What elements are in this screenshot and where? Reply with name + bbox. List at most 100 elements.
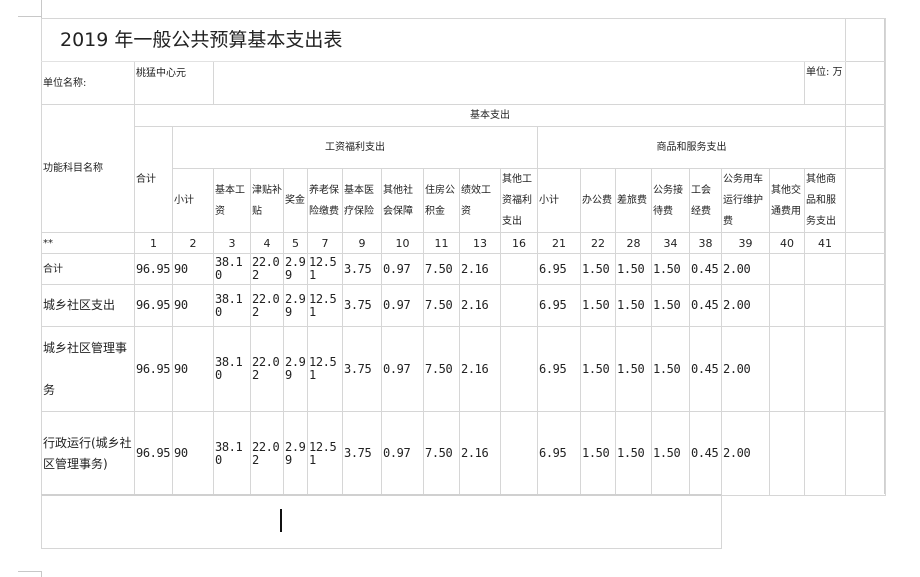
value-cell: 12.51 [307, 326, 343, 412]
value-cell: 1.50 [580, 326, 616, 412]
table-row: 合计 96.95 90 38.10 22.02 2.99 12.51 3.75 … [41, 253, 886, 285]
reception-header: 公务接待费 [651, 168, 690, 233]
travel-header: 差旅费 [615, 168, 652, 233]
editable-text-area[interactable] [41, 494, 722, 549]
value-cell: 2.16 [459, 326, 501, 412]
value-cell: 6.95 [537, 326, 581, 412]
index-cell: ** [41, 232, 135, 254]
index-cell: 16 [500, 232, 538, 254]
value-cell: 7.50 [423, 253, 460, 285]
page-corner-mark [41, 571, 42, 577]
value-cell: 0.45 [689, 326, 722, 412]
value-cell: 22.02 [250, 253, 284, 285]
value-cell: 2.16 [459, 284, 501, 327]
value-cell: 3.75 [342, 284, 382, 327]
table-row: 城乡社区管理事务 96.95 90 38.10 22.02 2.99 12.51… [41, 326, 886, 412]
subtotal-header: 小计 [172, 168, 214, 233]
other-goods-header: 其他商品和服务支出 [804, 168, 846, 233]
performance-header: 绩效工资 [459, 168, 501, 233]
index-cell: 39 [721, 232, 770, 254]
total-header: 合计 [134, 126, 173, 233]
value-cell: 1.50 [615, 411, 652, 496]
value-cell: 1.50 [580, 411, 616, 496]
value-cell [769, 284, 805, 327]
index-cell: 22 [580, 232, 616, 254]
value-cell: 0.45 [689, 284, 722, 327]
value-cell [500, 326, 538, 412]
wages-group-header: 工资福利支出 [172, 126, 538, 169]
value-cell: 0.45 [689, 411, 722, 496]
value-cell: 2.99 [283, 411, 308, 496]
value-cell: 6.95 [537, 253, 581, 285]
blank-cell [845, 104, 886, 127]
value-cell [769, 253, 805, 285]
value-cell [804, 411, 846, 496]
other-social-header: 其他社会保障 [381, 168, 424, 233]
text-cursor [280, 509, 282, 532]
value-cell: 2.16 [459, 253, 501, 285]
value-cell: 2.00 [721, 411, 770, 496]
bonus-header: 奖金 [283, 168, 308, 233]
pension-header: 养老保险缴费 [307, 168, 343, 233]
index-cell: 21 [537, 232, 581, 254]
value-cell [500, 253, 538, 285]
unit-name-label: 单位名称: [41, 61, 135, 105]
value-cell: 90 [172, 411, 214, 496]
page-corner-mark [41, 0, 42, 18]
unit-label: 单位: 万 [804, 61, 846, 105]
index-row: ** 1 2 3 4 5 7 9 10 11 13 16 21 22 28 34… [41, 232, 886, 254]
value-cell: 0.97 [381, 284, 424, 327]
value-cell: 0.97 [381, 411, 424, 496]
unit-name-value: 桃猛中心元 [134, 61, 214, 105]
page-corner-mark [18, 571, 42, 572]
value-cell [500, 284, 538, 327]
value-cell: 90 [172, 284, 214, 327]
value-cell: 7.50 [423, 411, 460, 496]
value-cell: 2.99 [283, 326, 308, 412]
value-cell: 38.10 [213, 253, 251, 285]
index-cell: 9 [342, 232, 382, 254]
value-cell [769, 411, 805, 496]
blank-cell [845, 284, 886, 327]
value-cell: 1.50 [651, 326, 690, 412]
allowance-header: 津贴补贴 [250, 168, 284, 233]
value-cell [500, 411, 538, 496]
page-corner-mark [18, 16, 42, 17]
value-cell: 1.50 [615, 253, 652, 285]
value-cell: 2.00 [721, 284, 770, 327]
index-cell: 1 [134, 232, 173, 254]
index-cell: 40 [769, 232, 805, 254]
value-cell: 6.95 [537, 411, 581, 496]
index-cell: 34 [651, 232, 690, 254]
value-cell: 12.51 [307, 411, 343, 496]
value-cell: 96.95 [134, 253, 173, 285]
index-cell: 7 [307, 232, 343, 254]
blank-cell [845, 253, 886, 285]
value-cell: 96.95 [134, 411, 173, 496]
other-wages-header: 其他工资福利支出 [500, 168, 538, 233]
value-cell: 2.99 [283, 253, 308, 285]
blank-cell [845, 18, 886, 62]
basic-expenditure-header: 基本支出 [134, 104, 846, 127]
value-cell [804, 253, 846, 285]
index-cell: 4 [250, 232, 284, 254]
budget-table: 2019 年一般公共预算基本支出表 单位名称: 桃猛中心元 单位: 万 功能科目… [41, 18, 886, 496]
value-cell: 12.51 [307, 253, 343, 285]
other-transport-header: 其他交通费用 [769, 168, 805, 233]
index-cell: 5 [283, 232, 308, 254]
blank-cell [213, 61, 805, 105]
value-cell: 1.50 [580, 253, 616, 285]
index-cell: 3 [213, 232, 251, 254]
value-cell: 1.50 [615, 284, 652, 327]
index-cell: 13 [459, 232, 501, 254]
index-cell: 10 [381, 232, 424, 254]
row-name: 行政运行(城乡社区管理事务) [41, 411, 135, 496]
value-cell: 1.50 [651, 411, 690, 496]
office-header: 办公费 [580, 168, 616, 233]
value-cell: 7.50 [423, 284, 460, 327]
value-cell: 22.02 [250, 326, 284, 412]
value-cell: 0.97 [381, 253, 424, 285]
value-cell [804, 284, 846, 327]
value-cell: 3.75 [342, 253, 382, 285]
value-cell: 38.10 [213, 284, 251, 327]
